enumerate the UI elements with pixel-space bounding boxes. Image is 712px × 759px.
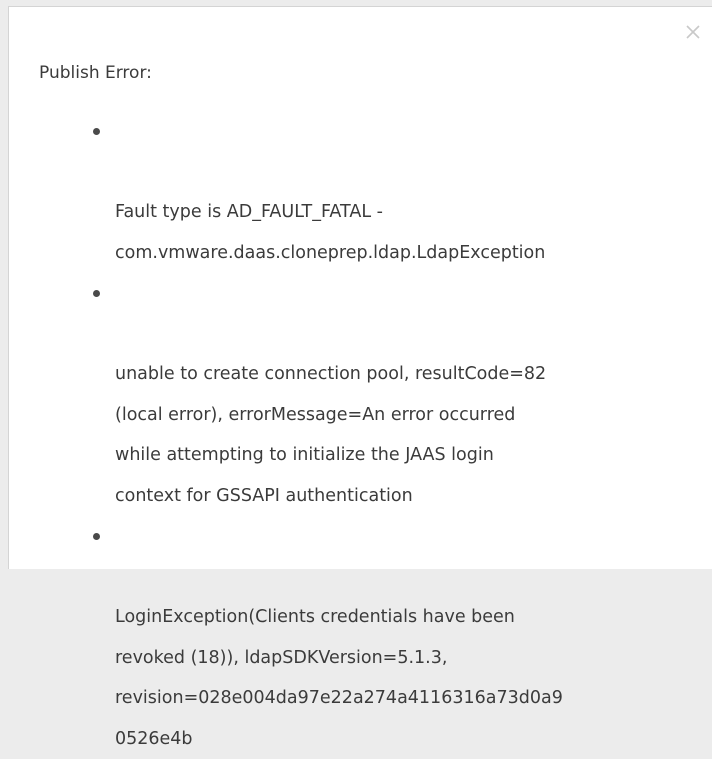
close-icon[interactable] (682, 21, 704, 43)
dialog-title: Publish Error: (39, 63, 152, 83)
close-icon-glyph (686, 25, 700, 39)
error-text: Fault type is AD_FAULT_FATAL - com.vmwar… (115, 202, 546, 263)
error-text: unable to create connection pool, result… (115, 364, 547, 506)
error-text: LoginException(Clients credentials have … (115, 607, 563, 749)
publish-error-dialog: Publish Error: Fault type is AD_FAULT_FA… (8, 6, 712, 749)
error-list: Fault type is AD_FAULT_FATAL - com.vmwar… (87, 111, 687, 759)
bullet-icon (93, 128, 100, 135)
error-item: unable to create connection pool, result… (87, 273, 687, 516)
bullet-icon (93, 290, 100, 297)
error-item: Fault type is AD_FAULT_FATAL - com.vmwar… (87, 111, 687, 273)
error-item: LoginException(Clients credentials have … (87, 516, 687, 759)
bullet-icon (93, 533, 100, 540)
